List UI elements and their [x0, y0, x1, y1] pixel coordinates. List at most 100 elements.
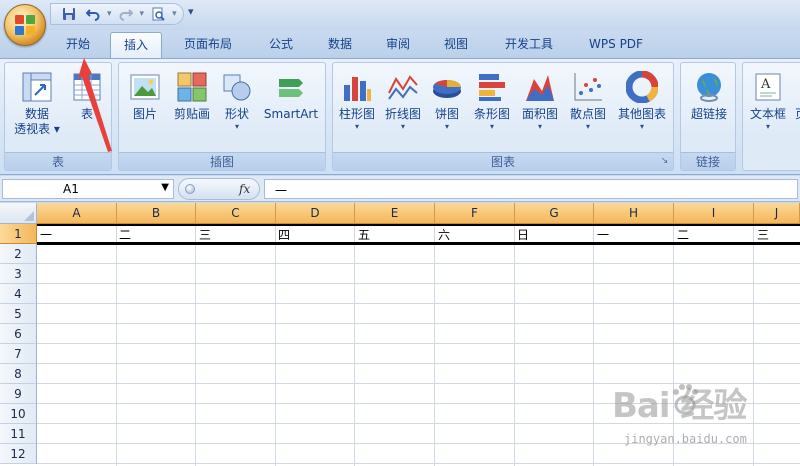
annotation-arrow-icon — [78, 58, 112, 152]
undo-icon[interactable] — [83, 5, 103, 23]
grid-line — [37, 263, 800, 264]
tab-wps-pdf[interactable]: WPS PDF — [578, 32, 654, 58]
save-icon[interactable] — [59, 5, 79, 23]
cell-c1[interactable]: 三 — [197, 225, 275, 245]
cell-a1[interactable]: 一 — [38, 225, 116, 245]
scatter-chart-button[interactable]: 散点图 ▾ — [565, 63, 611, 132]
clipart-button[interactable]: 剪贴画 — [167, 63, 217, 122]
header-footer-button[interactable]: 页 — [793, 63, 800, 122]
grid-line — [434, 224, 435, 466]
cell-i1[interactable]: 二 — [675, 225, 753, 245]
other-charts-dropdown-icon: ▾ — [639, 122, 644, 131]
pie-chart-button[interactable]: 饼图 ▾ — [427, 63, 467, 132]
row-header-7[interactable]: 7 — [0, 344, 37, 364]
column-header-g[interactable]: G — [515, 203, 594, 224]
column-header-i[interactable]: I — [674, 203, 754, 224]
column-header-c[interactable]: C — [196, 203, 276, 224]
row-header-12[interactable]: 12 — [0, 444, 37, 464]
cell-h1[interactable]: 一 — [595, 225, 673, 245]
cell-f1[interactable]: 六 — [436, 225, 514, 245]
splitter-handle-icon[interactable] — [185, 184, 195, 194]
group-label-charts: 图表 — [333, 152, 673, 170]
bar-chart-icon — [476, 71, 508, 103]
watermark-url: jingyan.baidu.com — [624, 432, 747, 446]
charts-dialog-launcher-icon[interactable]: ↘ — [659, 156, 670, 167]
tab-page-layout[interactable]: 页面布局 — [170, 32, 246, 58]
textbox-button[interactable]: A 文本框 ▾ — [743, 63, 793, 132]
row-header-6[interactable]: 6 — [0, 324, 37, 344]
redo-icon[interactable] — [116, 5, 136, 23]
pivot-table-icon — [21, 71, 53, 103]
cell-j1[interactable]: 三 — [755, 225, 799, 245]
bar-chart-button[interactable]: 条形图 ▾ — [469, 63, 515, 132]
formula-controls: fx — [178, 178, 260, 200]
hyperlink-label: 超链接 — [690, 107, 727, 121]
row-header-8[interactable]: 8 — [0, 364, 37, 384]
row-header-5[interactable]: 5 — [0, 304, 37, 324]
formula-input[interactable]: 一 — [264, 179, 798, 199]
column-header-e[interactable]: E — [355, 203, 435, 224]
shapes-button[interactable]: 形状 ▾ — [217, 63, 257, 132]
column-header-d[interactable]: D — [276, 203, 355, 224]
row-header-11[interactable]: 11 — [0, 424, 37, 444]
print-preview-icon[interactable] — [148, 5, 168, 23]
line-chart-label: 折线图 — [384, 107, 421, 121]
column-header-j[interactable]: J — [754, 203, 800, 224]
clipart-icon — [176, 71, 208, 103]
hyperlink-button[interactable]: 超链接 — [683, 63, 735, 122]
column-chart-icon — [341, 71, 373, 103]
smartart-label: SmartArt — [263, 107, 319, 121]
redo-dropdown-icon[interactable]: ▾ — [140, 9, 145, 19]
scatter-chart-label: 散点图 — [569, 107, 606, 121]
tab-review[interactable]: 审阅 — [374, 32, 422, 58]
tab-data[interactable]: 数据 — [316, 32, 364, 58]
column-header-a[interactable]: A — [37, 203, 117, 224]
tab-formulas[interactable]: 公式 — [258, 32, 304, 58]
row-header-4[interactable]: 4 — [0, 284, 37, 304]
scatter-chart-icon — [572, 71, 604, 103]
worksheet-grid[interactable]: A B C D E F G H I J 1 2 3 4 5 6 7 8 9 10… — [0, 203, 800, 466]
name-box[interactable]: A1 ▼ — [2, 179, 174, 199]
grid-line — [514, 224, 515, 466]
column-header-h[interactable]: H — [594, 203, 674, 224]
insert-function-button[interactable]: fx — [239, 182, 250, 196]
row-header-1[interactable]: 1 — [0, 224, 37, 244]
area-chart-button[interactable]: 面积图 ▾ — [517, 63, 563, 132]
grid-line — [116, 224, 117, 466]
grid-line — [37, 283, 800, 284]
picture-button[interactable]: 图片 — [123, 63, 167, 122]
baidu-jingyan-watermark: Bai 经验 jingyan.baidu.com — [612, 378, 798, 464]
column-header-f[interactable]: F — [435, 203, 515, 224]
undo-dropdown-icon[interactable]: ▾ — [107, 9, 112, 19]
other-charts-button[interactable]: 其他图表 ▾ — [613, 63, 671, 132]
quick-access-toolbar: ▾ ▾ ▾ — [50, 3, 184, 25]
smartart-button[interactable]: SmartArt — [259, 63, 323, 122]
name-box-dropdown-icon[interactable]: ▼ — [161, 182, 169, 193]
office-button[interactable] — [4, 4, 46, 46]
textbox-label: 文本框 — [749, 107, 786, 121]
line-chart-button[interactable]: 折线图 ▾ — [381, 63, 425, 132]
cell-d1[interactable]: 四 — [276, 225, 354, 245]
column-header-b[interactable]: B — [117, 203, 196, 224]
row-header-3[interactable]: 3 — [0, 264, 37, 284]
grid-line — [37, 323, 800, 324]
column-chart-button[interactable]: 柱形图 ▾ — [335, 63, 379, 132]
tab-view[interactable]: 视图 — [432, 32, 480, 58]
tab-developer[interactable]: 开发工具 — [490, 32, 568, 58]
pivot-table-button[interactable]: 数据 透视表 ▾ — [7, 63, 67, 137]
cell-g1[interactable]: 日 — [515, 225, 593, 245]
office-logo-icon — [15, 15, 35, 35]
line-chart-icon — [387, 71, 419, 103]
pivot-table-label-1: 数据 — [24, 107, 49, 121]
customize-qat-button[interactable]: ▾ — [188, 5, 194, 18]
row-header-2[interactable]: 2 — [0, 244, 37, 264]
qat-dropdown-icon[interactable]: ▾ — [172, 9, 177, 19]
area-chart-icon — [524, 71, 556, 103]
row-header-9[interactable]: 9 — [0, 384, 37, 404]
select-all-button[interactable] — [0, 203, 37, 224]
svg-text:A: A — [760, 77, 771, 92]
cell-e1[interactable]: 五 — [356, 225, 434, 245]
ribbon-insert: 数据 透视表 ▾ 表 表 图片 剪贴画 形状 ▾ SmartArt 插图 柱形图… — [0, 58, 800, 175]
row-header-10[interactable]: 10 — [0, 404, 37, 424]
cell-b1[interactable]: 二 — [117, 225, 195, 245]
